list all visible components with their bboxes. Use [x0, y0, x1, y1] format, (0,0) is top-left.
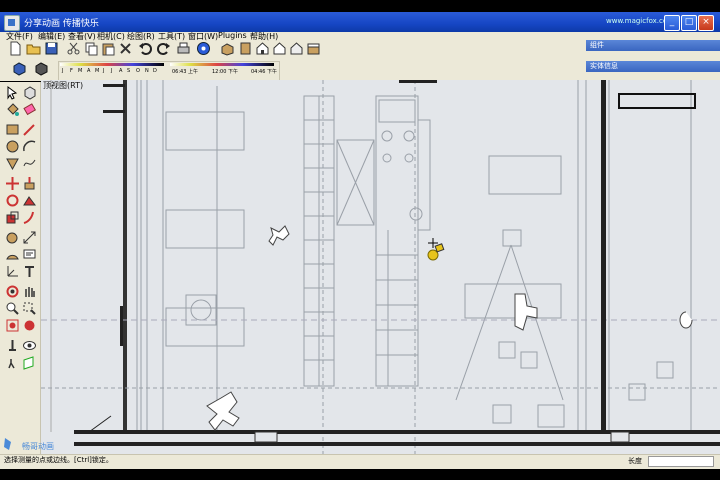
offset-tool-icon[interactable]	[22, 210, 37, 225]
eraser-icon[interactable]	[22, 102, 37, 117]
arc-tool-icon[interactable]	[22, 139, 37, 154]
rotate-tool-icon[interactable]	[5, 193, 20, 208]
paint-bucket-icon[interactable]	[5, 102, 20, 117]
look-around-icon[interactable]	[22, 338, 37, 353]
walk-icon[interactable]	[5, 355, 20, 370]
zoom-icon[interactable]	[5, 301, 20, 316]
save-icon[interactable]	[44, 41, 59, 56]
tape-measure-icon[interactable]	[5, 230, 20, 245]
select-arrow-icon[interactable]	[5, 85, 20, 100]
logo: 畅哥动画	[2, 436, 60, 454]
time-end-label: 04:46 下午	[251, 69, 277, 75]
back-view-icon[interactable]	[289, 41, 304, 56]
time-start-label: 06:43 上午	[172, 69, 198, 75]
logo-text: 畅哥动画	[22, 441, 54, 451]
paste-icon[interactable]	[101, 41, 116, 56]
time-mid-label: 12:00 下午	[212, 69, 238, 75]
copy-icon[interactable]	[84, 41, 99, 56]
view-label: 顶视图(RT)	[43, 81, 84, 90]
month-label: J	[103, 68, 105, 74]
shadow-settings-icon[interactable]	[12, 61, 27, 76]
month-label: J	[111, 68, 113, 74]
move-tool-icon[interactable]	[5, 176, 20, 191]
push-pull-icon[interactable]	[22, 176, 37, 191]
maximize-button[interactable]: □	[681, 15, 697, 31]
zoom-window-icon[interactable]	[22, 301, 37, 316]
open-folder-icon[interactable]	[26, 41, 41, 56]
pencil-line-icon[interactable]	[22, 122, 37, 137]
month-label: M	[95, 68, 100, 74]
components-panel-header[interactable]: 组件	[586, 40, 720, 51]
position-camera-icon[interactable]	[5, 338, 20, 353]
rectangle-tool-icon[interactable]	[5, 122, 20, 137]
top-view-icon[interactable]	[238, 41, 253, 56]
month-label: J	[62, 68, 64, 74]
undo-icon[interactable]	[138, 41, 153, 56]
month-label: M	[78, 68, 83, 74]
drawing-viewport[interactable]	[41, 80, 720, 454]
window-title: 分享动画 传播快乐	[24, 19, 99, 29]
status-text: 选择测量的点或边线。[Ctrl]锁定。	[4, 456, 113, 464]
floor-plan	[41, 80, 720, 454]
redo-icon[interactable]	[156, 41, 171, 56]
minimize-button[interactable]: _	[664, 15, 680, 31]
measurement-label: 长度	[628, 457, 642, 465]
front-view-icon[interactable]	[255, 41, 270, 56]
circle-tool-icon[interactable]	[5, 139, 20, 154]
dimension-tool-icon[interactable]	[22, 230, 37, 245]
protractor-icon[interactable]	[5, 247, 20, 262]
month-label: F	[70, 68, 73, 74]
month-label: S	[127, 68, 131, 74]
orbit-icon[interactable]	[5, 284, 20, 299]
section-plane-icon[interactable]	[22, 355, 37, 370]
month-label: D	[153, 68, 157, 74]
3d-text-icon[interactable]	[22, 264, 37, 279]
make-component-icon[interactable]	[22, 85, 37, 100]
print-icon[interactable]	[176, 41, 191, 56]
measurement-input[interactable]	[648, 456, 714, 467]
freehand-tool-icon[interactable]	[22, 156, 37, 171]
watermark-url: www.magicfox.cc	[606, 17, 667, 25]
axes-tool-icon[interactable]	[5, 264, 20, 279]
month-label: N	[145, 68, 149, 74]
display-shadows-icon[interactable]	[34, 61, 49, 76]
erase-icon[interactable]	[118, 41, 133, 56]
month-label: O	[136, 68, 140, 74]
close-button[interactable]: ×	[698, 15, 714, 31]
month-label: A	[119, 68, 123, 74]
app-icon	[4, 15, 20, 31]
new-file-icon[interactable]	[8, 41, 23, 56]
iso-view-icon[interactable]	[220, 41, 235, 56]
entity-info-panel-header[interactable]: 实体信息	[586, 61, 720, 72]
cut-icon[interactable]	[66, 41, 81, 56]
model-info-icon[interactable]	[196, 41, 211, 56]
follow-me-icon[interactable]	[22, 193, 37, 208]
pan-hand-icon[interactable]	[22, 284, 37, 299]
left-view-icon[interactable]	[306, 41, 321, 56]
scale-tool-icon[interactable]	[5, 210, 20, 225]
zoom-extents-icon[interactable]	[5, 318, 20, 333]
month-label: A	[87, 68, 91, 74]
time-slider-track[interactable]	[170, 63, 274, 66]
polygon-tool-icon[interactable]	[5, 156, 20, 171]
month-slider-track[interactable]	[60, 63, 164, 66]
right-view-icon[interactable]	[272, 41, 287, 56]
text-tool-icon[interactable]	[22, 247, 37, 262]
menu-plugins[interactable]: Plugins	[218, 31, 247, 40]
previous-view-icon[interactable]	[22, 318, 37, 333]
